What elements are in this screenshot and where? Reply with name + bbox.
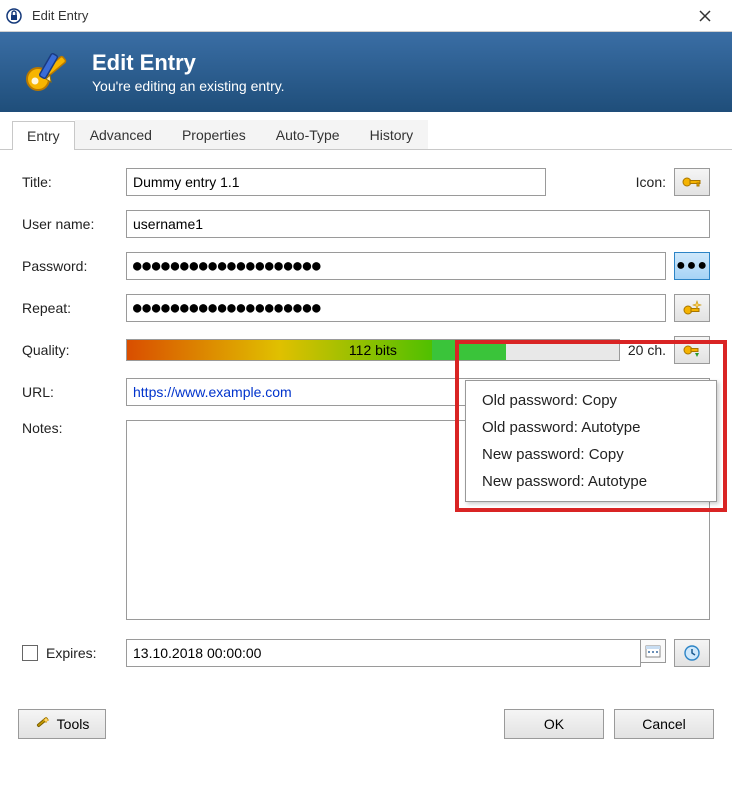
key-sparkle-icon: [682, 299, 702, 317]
titlebar: Edit Entry: [0, 0, 732, 32]
tab-history[interactable]: History: [355, 120, 429, 149]
notes-label: Notes:: [22, 420, 126, 436]
menu-new-autotype[interactable]: New password: Autotype: [468, 468, 714, 495]
tools-button[interactable]: Tools: [18, 709, 106, 739]
tab-properties[interactable]: Properties: [167, 120, 261, 149]
calendar-picker-button[interactable]: [640, 639, 666, 663]
key-pencil-icon: [20, 45, 74, 99]
title-input[interactable]: [126, 168, 546, 196]
header-subtitle: You're editing an existing entry.: [92, 78, 285, 94]
password-tools-menu: Old password: Copy Old password: Autotyp…: [465, 380, 717, 502]
generate-password-button[interactable]: [674, 294, 710, 322]
tools-label: Tools: [57, 716, 90, 732]
expires-preset-button[interactable]: [674, 639, 710, 667]
quality-bits: 112 bits: [127, 340, 619, 360]
key-icon: [682, 174, 702, 190]
footer: Tools OK Cancel: [0, 699, 732, 753]
expires-input[interactable]: [126, 639, 641, 667]
clock-icon: [683, 644, 701, 662]
url-label: URL:: [22, 384, 126, 400]
password-input[interactable]: [126, 252, 666, 280]
reveal-password-button[interactable]: ●●●: [674, 252, 710, 280]
close-button[interactable]: [682, 0, 728, 32]
icon-label: Icon:: [636, 174, 666, 190]
dots-icon: ●●●: [676, 257, 708, 275]
header-title: Edit Entry: [92, 50, 285, 76]
quality-bar: 112 bits: [126, 339, 620, 361]
calendar-icon: [645, 644, 661, 658]
menu-new-copy[interactable]: New password: Copy: [468, 441, 714, 468]
tab-entry[interactable]: Entry: [12, 121, 75, 150]
menu-old-autotype[interactable]: Old password: Autotype: [468, 414, 714, 441]
username-input[interactable]: [126, 210, 710, 238]
title-label: Title:: [22, 174, 126, 190]
expires-checkbox[interactable]: [22, 645, 38, 661]
ok-button[interactable]: OK: [504, 709, 604, 739]
window-title: Edit Entry: [32, 8, 682, 23]
menu-old-copy[interactable]: Old password: Copy: [468, 387, 714, 414]
app-icon: [4, 6, 24, 26]
wand-icon: [35, 715, 51, 734]
quality-label: Quality:: [22, 342, 126, 358]
cancel-button[interactable]: Cancel: [614, 709, 714, 739]
password-tools-button[interactable]: [674, 336, 710, 364]
expires-label: Expires:: [46, 645, 97, 661]
key-arrow-icon: [682, 341, 702, 359]
repeat-label: Repeat:: [22, 300, 126, 316]
quality-chars: 20 ch.: [628, 342, 666, 358]
tabs: Entry Advanced Properties Auto-Type Hist…: [0, 112, 732, 150]
username-label: User name:: [22, 216, 126, 232]
dialog-header: Edit Entry You're editing an existing en…: [0, 32, 732, 112]
icon-button[interactable]: [674, 168, 710, 196]
tab-advanced[interactable]: Advanced: [75, 120, 167, 149]
password-label: Password:: [22, 258, 126, 274]
tab-autotype[interactable]: Auto-Type: [261, 120, 355, 149]
repeat-input[interactable]: [126, 294, 666, 322]
